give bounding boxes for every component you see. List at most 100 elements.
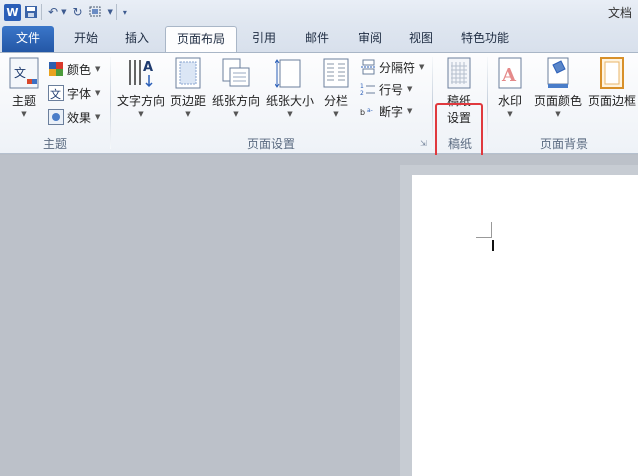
theme-colors-button[interactable]: 颜色 ▼ bbox=[48, 59, 100, 79]
ribbon-tabs: 文件 开始 插入 页面布局 引用 邮件 审阅 视图 特色功能 bbox=[0, 24, 638, 52]
separator bbox=[41, 4, 42, 20]
effects-icon bbox=[48, 109, 64, 125]
text-cursor bbox=[492, 240, 494, 251]
svg-text:A: A bbox=[501, 65, 517, 86]
tab-home[interactable]: 开始 bbox=[60, 26, 112, 52]
chevron-down-icon: ▼ bbox=[333, 110, 339, 118]
toolbar-options-icon[interactable]: ▾ bbox=[123, 3, 127, 21]
orientation-button[interactable]: 纸张方向 ▼ bbox=[210, 57, 262, 119]
chevron-down-icon: ▼ bbox=[138, 110, 144, 118]
page-color-icon bbox=[547, 57, 569, 88]
watermark-label: 水印 bbox=[497, 94, 522, 108]
tab-view[interactable]: 视图 bbox=[398, 26, 444, 52]
chevron-down-icon: ▼ bbox=[233, 110, 239, 118]
orientation-label: 纸张方向 bbox=[211, 94, 260, 108]
page-color-button[interactable]: 页面颜色 ▼ bbox=[532, 57, 584, 119]
tab-file[interactable]: 文件 bbox=[2, 26, 54, 52]
svg-text:文: 文 bbox=[50, 87, 61, 101]
line-numbers-label: 行号 bbox=[379, 82, 404, 97]
group-separator bbox=[110, 57, 111, 149]
tab-page-layout[interactable]: 页面布局 bbox=[165, 26, 237, 52]
customize-icon[interactable] bbox=[89, 3, 105, 21]
save-icon[interactable] bbox=[24, 3, 38, 21]
orientation-icon bbox=[222, 58, 250, 87]
svg-text:1: 1 bbox=[360, 83, 364, 90]
document-page[interactable] bbox=[412, 175, 638, 476]
redo-icon[interactable]: ↻ bbox=[72, 3, 82, 21]
hyphenation-icon: b a- bbox=[360, 107, 373, 117]
group-label-page-setup: 页面设置 bbox=[246, 137, 295, 151]
margins-label: 页边距 bbox=[169, 94, 206, 108]
theme-effects-label: 效果 bbox=[67, 110, 92, 125]
hyphenation-label: 断字 bbox=[379, 104, 404, 119]
watermark-button[interactable]: A 水印 ▼ bbox=[493, 57, 527, 119]
columns-icon bbox=[323, 58, 349, 88]
page-borders-label: 页面边框 bbox=[587, 94, 636, 108]
svg-text:a-: a- bbox=[367, 107, 373, 114]
tab-mailings[interactable]: 邮件 bbox=[292, 26, 342, 52]
word-app-icon[interactable]: W bbox=[4, 3, 21, 21]
breaks-icon bbox=[361, 59, 375, 75]
chevron-down-icon: ▼ bbox=[95, 89, 101, 97]
group-separator bbox=[487, 57, 488, 149]
svg-text:文: 文 bbox=[14, 65, 26, 80]
hyphenation-button[interactable]: b a- 断字 ▼ bbox=[360, 101, 412, 121]
separator bbox=[115, 4, 117, 20]
watermark-icon: A bbox=[498, 57, 522, 89]
paper-size-button[interactable]: 纸张大小 ▼ bbox=[264, 57, 316, 119]
breaks-label: 分隔符 bbox=[379, 60, 416, 75]
margin-corner-mark bbox=[476, 237, 492, 238]
tab-review[interactable]: 审阅 bbox=[345, 26, 395, 52]
theme-fonts-button[interactable]: 文 字体 ▼ bbox=[48, 83, 100, 103]
svg-text:b: b bbox=[360, 108, 365, 117]
group-label-theme: 主题 bbox=[42, 137, 67, 151]
chevron-down-icon: ▼ bbox=[419, 63, 425, 71]
page-color-label: 页面颜色 bbox=[533, 94, 582, 108]
undo-icon[interactable]: ↶ bbox=[48, 3, 58, 21]
chevron-down-icon: ▼ bbox=[507, 110, 513, 118]
columns-button[interactable]: 分栏 ▼ bbox=[318, 57, 354, 119]
text-direction-button[interactable]: A 文字方向 ▼ bbox=[115, 57, 167, 119]
line-numbers-icon: 12 bbox=[360, 83, 375, 97]
manuscript-grid-icon bbox=[447, 57, 471, 89]
tab-insert[interactable]: 插入 bbox=[112, 26, 162, 52]
margin-corner-mark bbox=[491, 222, 492, 238]
theme-effects-button[interactable]: 效果 ▼ bbox=[48, 107, 100, 127]
page-borders-icon bbox=[600, 57, 624, 89]
themes-button[interactable]: 文 主题 ▼ bbox=[6, 57, 42, 119]
group-label-manuscript: 稿纸 bbox=[447, 137, 472, 151]
group-separator bbox=[432, 57, 433, 149]
chevron-down-icon: ▼ bbox=[287, 110, 293, 118]
color-palette-icon bbox=[49, 62, 63, 76]
chevron-down-icon: ▼ bbox=[95, 113, 101, 121]
page-borders-button[interactable]: 页面边框 bbox=[586, 57, 638, 109]
breaks-button[interactable]: 分隔符 ▼ bbox=[360, 57, 424, 77]
customize-dropdown-icon[interactable]: ▼ bbox=[108, 3, 113, 21]
tab-special-features[interactable]: 特色功能 bbox=[452, 26, 518, 52]
margins-button[interactable]: 页边距 ▼ bbox=[168, 57, 208, 119]
margins-icon bbox=[175, 57, 201, 89]
chevron-down-icon: ▼ bbox=[407, 107, 413, 115]
themes-label: 主题 bbox=[11, 94, 36, 108]
paper-size-label: 纸张大小 bbox=[265, 94, 314, 108]
paper-size-icon bbox=[275, 59, 301, 88]
columns-label: 分栏 bbox=[323, 94, 348, 108]
group-label-page-background: 页面背景 bbox=[539, 137, 588, 151]
page-setup-launcher-icon[interactable]: ⇲ bbox=[420, 139, 427, 148]
svg-text:2: 2 bbox=[360, 90, 364, 97]
chevron-down-icon: ▼ bbox=[21, 110, 27, 118]
text-direction-label: 文字方向 bbox=[116, 94, 165, 108]
title-bar: W ↶ ▼ ↻ ▼ ▾ 文档 bbox=[0, 0, 638, 24]
text-direction-icon: A bbox=[129, 60, 153, 88]
theme-fonts-label: 字体 bbox=[67, 86, 92, 101]
themes-icon: 文 bbox=[9, 57, 39, 89]
window-title: 文档 bbox=[607, 6, 632, 20]
ribbon: 文 主题 ▼ 颜色 ▼ 文 字体 ▼ 效果 ▼ 主题 A 文字方向 ▼ 页边距 … bbox=[0, 52, 638, 179]
svg-text:A: A bbox=[143, 60, 153, 75]
undo-dropdown-icon[interactable]: ▼ bbox=[61, 3, 66, 21]
chevron-down-icon: ▼ bbox=[555, 110, 561, 118]
chevron-down-icon: ▼ bbox=[185, 110, 191, 118]
tab-references[interactable]: 引用 bbox=[240, 26, 288, 52]
line-numbers-button[interactable]: 12 行号 ▼ bbox=[360, 79, 412, 99]
theme-colors-label: 颜色 bbox=[67, 62, 92, 77]
